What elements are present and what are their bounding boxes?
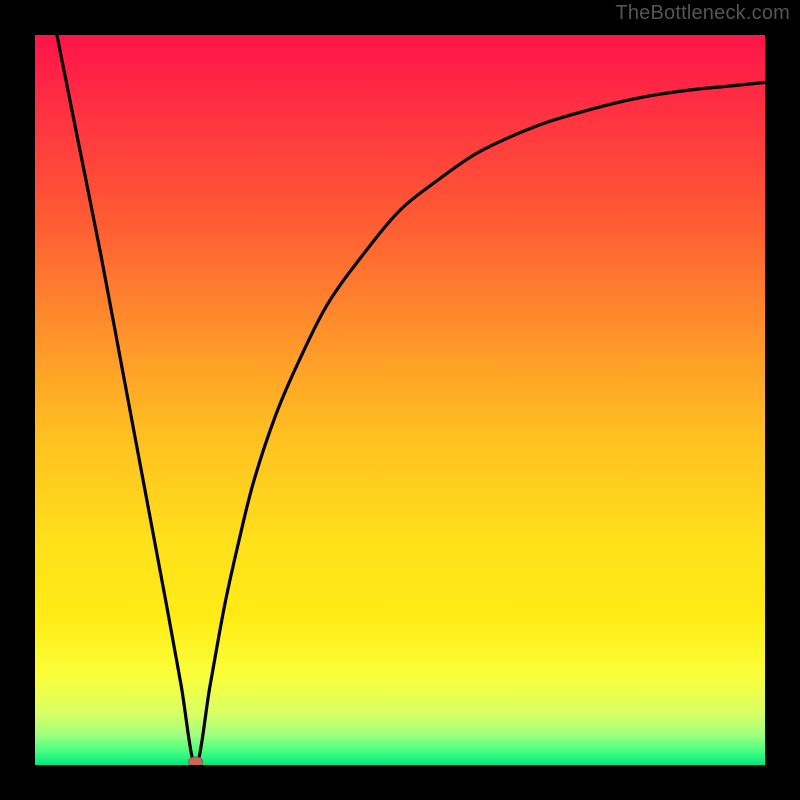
plot-area [35, 35, 765, 765]
attribution-text: TheBottleneck.com [615, 2, 790, 25]
curve-svg [35, 35, 765, 765]
min-marker-dot [189, 757, 203, 765]
bottleneck-curve [57, 35, 765, 765]
chart-root: TheBottleneck.com [0, 0, 800, 800]
